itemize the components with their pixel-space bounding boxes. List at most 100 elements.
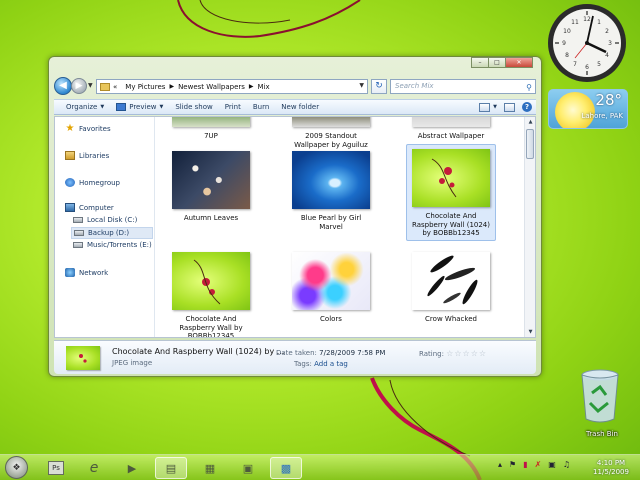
clock-gadget[interactable]: 12 12 3 45 6 78 9 1011 — [546, 2, 628, 84]
breadcrumb-item[interactable]: My Pictures — [125, 83, 165, 91]
drive-icon — [73, 217, 83, 223]
file-item[interactable]: Crow Whacked — [406, 248, 496, 334]
print-button[interactable]: Print — [225, 103, 241, 111]
taskbar-calculator[interactable]: ▦ — [194, 457, 226, 479]
scroll-down-icon[interactable]: ▼ — [525, 327, 536, 337]
chevron-right-icon[interactable]: ▶ — [249, 83, 254, 90]
chevron-down-icon: ▼ — [159, 104, 164, 110]
file-item[interactable]: Chocolate And Raspberry Wall by BOBBb123… — [166, 248, 256, 337]
search-input[interactable]: Search Mix ⚲ — [390, 79, 536, 94]
minimize-button[interactable]: – — [471, 57, 489, 68]
add-tag-field[interactable]: Add a tag — [314, 360, 348, 368]
search-placeholder: Search Mix — [395, 82, 434, 90]
taskbar-explorer[interactable]: ▤ — [155, 457, 187, 479]
thumbnail — [292, 117, 370, 127]
breadcrumb-item[interactable]: Mix — [258, 83, 270, 91]
file-item[interactable]: Colors — [286, 248, 376, 334]
taskbar-internet-explorer[interactable]: e — [78, 457, 110, 479]
taskbar-time: 4:10 PM — [596, 459, 626, 467]
recent-pages-dropdown[interactable]: ▼ — [88, 82, 93, 89]
file-item-selected[interactable]: Chocolate And Raspberry Wall (1024) by B… — [406, 144, 496, 241]
svg-text:1: 1 — [597, 19, 601, 26]
preview-pane-icon[interactable] — [504, 102, 515, 112]
file-item[interactable]: 7UP — [166, 117, 256, 141]
drive-icon — [74, 230, 84, 236]
rating-stars[interactable]: ☆☆☆☆☆ — [446, 349, 487, 358]
taskbar-media-player[interactable]: ▶ — [116, 457, 148, 479]
photoshop-icon: Ps — [48, 461, 64, 475]
flag-icon[interactable]: ⚑ — [509, 460, 516, 469]
explorer-content: ★ Favorites Libraries Homegroup Computer … — [54, 116, 536, 338]
details-date: Date taken: 7/28/2009 7:58 PM — [276, 349, 386, 357]
svg-text:2: 2 — [605, 28, 609, 35]
thumbnail — [172, 117, 250, 127]
address-bar[interactable]: « My Pictures ▶ Newest Wallpapers ▶ Mix … — [96, 79, 368, 94]
breadcrumb-overflow[interactable]: « — [113, 83, 117, 91]
thumbnail — [292, 252, 370, 310]
thumbnail — [412, 252, 490, 310]
taskbar-photoshop[interactable]: Ps — [40, 457, 72, 479]
thumbnail — [412, 117, 490, 127]
nav-favorites[interactable]: ★ Favorites — [65, 123, 111, 134]
taskbar-app[interactable]: ▣ — [232, 457, 264, 479]
breadcrumb-item[interactable]: Newest Wallpapers — [178, 83, 245, 91]
file-item[interactable]: Autumn Leaves — [166, 147, 256, 233]
network-disconnected-icon[interactable]: ✗ — [535, 460, 542, 469]
new-folder-button[interactable]: New folder — [281, 103, 319, 111]
scroll-up-icon[interactable]: ▲ — [525, 117, 536, 127]
app-tray-icon[interactable]: ▮ — [523, 460, 527, 469]
weather-gadget[interactable]: 28° Lahore, PAK — [548, 89, 628, 129]
nav-backup-drive[interactable]: Backup (D:) — [71, 227, 153, 239]
command-bar: Organize ▼ Preview ▼ Slide show Print Burn… — [54, 99, 536, 115]
display-icon[interactable]: ▣ — [548, 460, 556, 469]
organize-button[interactable]: Organize ▼ — [66, 103, 104, 111]
slideshow-button[interactable]: Slide show — [175, 103, 212, 111]
change-view-icon[interactable] — [479, 102, 491, 112]
nav-local-disk[interactable]: Local Disk (C:) — [73, 216, 137, 224]
file-grid: 7UP 2009 Standout Wallpaper by Aguiluz A… — [156, 117, 526, 337]
taskbar-control-panel[interactable]: ▩ — [270, 457, 302, 479]
file-item[interactable]: Abstract Wallpaper — [406, 117, 496, 141]
nav-music-drive[interactable]: Music/Torrents (E:) — [73, 241, 152, 249]
nav-homegroup[interactable]: Homegroup — [65, 178, 120, 187]
vertical-scrollbar[interactable]: ▲ ▼ — [524, 117, 535, 337]
preview-button[interactable]: Preview ▼ — [116, 103, 163, 111]
chevron-down-icon[interactable]: ▼ — [493, 104, 497, 110]
refresh-button[interactable]: ↻ — [371, 79, 387, 94]
forward-button[interactable]: ▶ — [71, 78, 87, 94]
file-item[interactable]: Blue Pearl by Girl Marvel — [286, 147, 376, 233]
chevron-right-icon[interactable]: ▶ — [169, 83, 174, 90]
start-button[interactable]: ❖ — [5, 456, 28, 479]
details-filename: Chocolate And Raspberry Wall (1024) by .… — [112, 347, 285, 356]
scrollbar-thumb[interactable] — [526, 129, 534, 159]
sun-icon — [555, 92, 595, 128]
search-icon[interactable]: ⚲ — [526, 81, 532, 94]
recycle-bin-icon[interactable] — [578, 367, 622, 425]
nav-libraries[interactable]: Libraries — [65, 151, 109, 160]
thumbnail — [292, 151, 370, 209]
folder-icon — [100, 82, 110, 91]
play-icon: ▶ — [127, 461, 137, 475]
thumbnail — [172, 252, 250, 310]
address-dropdown-icon[interactable]: ▼ — [359, 82, 364, 89]
chevron-down-icon: ▼ — [100, 104, 105, 110]
svg-text:3: 3 — [608, 40, 612, 47]
star-icon: ★ — [65, 123, 75, 134]
maximize-button[interactable]: □ — [488, 57, 506, 68]
show-hidden-icons[interactable]: ▴ — [498, 460, 502, 469]
close-button[interactable]: ✕ — [505, 57, 533, 68]
drive-icon — [73, 242, 83, 248]
system-tray: ▴ ⚑ ▮ ✗ ▣ ♫ — [498, 460, 577, 469]
nav-network[interactable]: Network — [65, 268, 108, 277]
weather-temperature: 28° — [595, 91, 622, 109]
volume-icon[interactable]: ♫ — [563, 460, 570, 469]
recycle-bin-label[interactable]: Trash Bin — [574, 430, 630, 438]
burn-button[interactable]: Burn — [253, 103, 269, 111]
nav-computer[interactable]: Computer — [65, 203, 114, 212]
folder-icon: ▤ — [165, 461, 177, 475]
taskbar-clock[interactable]: 4:10 PM 11/5/2009 — [586, 459, 636, 477]
help-icon[interactable]: ? — [522, 102, 532, 112]
details-filetype: JPEG image — [112, 359, 153, 367]
file-item[interactable]: 2009 Standout Wallpaper by Aguiluz — [286, 117, 376, 149]
back-button[interactable]: ◀ — [54, 77, 72, 95]
